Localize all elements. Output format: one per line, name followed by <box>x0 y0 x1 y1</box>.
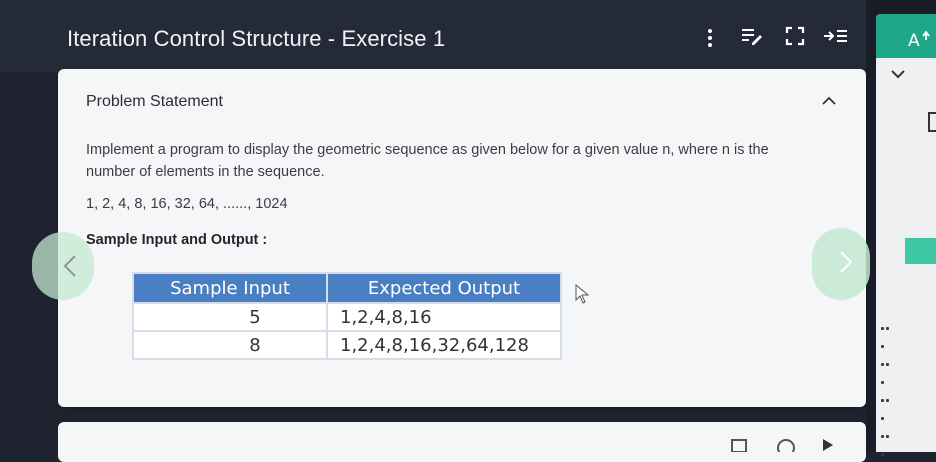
chevron-up-icon[interactable] <box>822 93 836 111</box>
drag-handle-icon[interactable] <box>880 318 894 462</box>
previous-arrow-button[interactable] <box>32 232 94 300</box>
font-size-button[interactable]: A <box>876 14 936 60</box>
table-cell-output: 1,2,4,8,16 <box>326 302 562 332</box>
more-vertical-icon[interactable] <box>705 26 715 52</box>
sample-io-table: Sample Input Expected Output 5 1,2,4,8,1… <box>132 272 562 360</box>
svg-text:A: A <box>908 31 920 48</box>
problem-statement-heading: Problem Statement <box>86 93 223 110</box>
collapse-right-icon[interactable] <box>823 26 849 52</box>
panel-bracket <box>928 112 936 132</box>
problem-statement-card: Problem Statement Implement a program to… <box>58 69 866 407</box>
table-row: 8 1,2,4,8,16,32,64,128 <box>132 330 562 360</box>
font-size-icon: A <box>908 30 930 48</box>
page-title: Iteration Control Structure - Exercise 1 <box>67 26 446 51</box>
list-edit-icon[interactable] <box>741 26 763 52</box>
table-row: 5 1,2,4,8,16 <box>132 302 562 332</box>
problem-description: Implement a program to display the geome… <box>86 142 769 180</box>
run-icon[interactable] <box>822 438 834 457</box>
sample-io-heading: Sample Input and Output : <box>86 232 268 248</box>
chevron-right-icon <box>840 251 853 273</box>
table-header-output: Expected Output <box>326 272 562 304</box>
reset-icon[interactable] <box>776 438 796 457</box>
sequence-text: 1, 2, 4, 8, 16, 32, 64, ......, 1024 <box>86 196 288 212</box>
fullscreen-icon[interactable] <box>785 26 807 52</box>
right-accent-band <box>905 238 936 264</box>
table-header-input: Sample Input <box>132 272 328 304</box>
copy-icon[interactable] <box>730 438 750 457</box>
table-cell-output: 1,2,4,8,16,32,64,128 <box>326 330 562 360</box>
next-arrow-button[interactable] <box>812 228 870 300</box>
table-cell-input: 8 <box>132 330 328 360</box>
chevron-down-icon[interactable] <box>891 66 905 84</box>
chevron-left-icon <box>63 255 76 277</box>
header-bar: Iteration Control Structure - Exercise 1 <box>0 0 866 72</box>
mouse-cursor-icon <box>575 283 590 309</box>
table-cell-input: 5 <box>132 302 328 332</box>
